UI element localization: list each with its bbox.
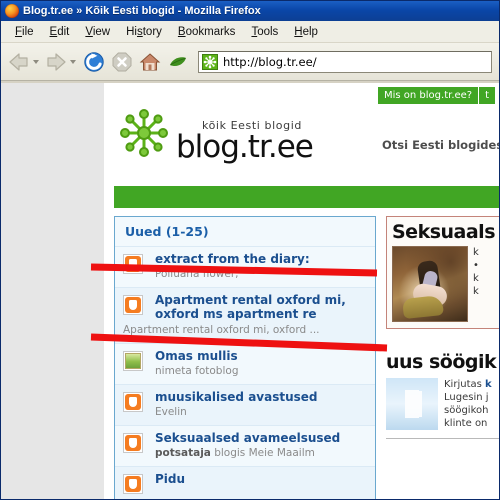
- post-snippet: Apartment rental oxford mi, oxford ...: [123, 324, 320, 336]
- feature-title[interactable]: Seksuaals: [392, 221, 496, 243]
- list-item[interactable]: muusikalised avastused Evelin: [115, 384, 375, 425]
- post-title[interactable]: Seksuaalsed avameelsused: [155, 431, 367, 445]
- second-feature-text: Kirjutas k Lugesin j söögikoh klinte on: [444, 378, 492, 430]
- menu-history[interactable]: History: [118, 24, 170, 40]
- page-viewport: Mis on blog.tr.ee? t kõik Eesti blogid b…: [1, 83, 499, 499]
- second-line: Lugesin j: [444, 392, 489, 403]
- post-title[interactable]: muusikalised avastused: [155, 390, 367, 404]
- feature-line: k: [473, 247, 479, 258]
- back-arrow-icon[interactable]: [6, 49, 32, 75]
- menu-view[interactable]: View: [77, 24, 118, 40]
- panel-heading: Uued (1-25): [125, 224, 209, 239]
- url-bar[interactable]: http://blog.tr.ee/: [198, 50, 492, 73]
- search-label: Otsi Eesti blogides: [382, 138, 499, 152]
- logo-name: blog.tr.ee: [176, 129, 314, 165]
- feature-line: •: [473, 260, 479, 271]
- post-title[interactable]: Omas mullis: [155, 349, 367, 363]
- menu-edit[interactable]: Edit: [42, 24, 78, 40]
- post-meta: potsataja blogis Meie Maailm: [155, 446, 367, 460]
- topnav-item-second[interactable]: t: [479, 87, 497, 104]
- reload-icon[interactable]: [80, 48, 108, 76]
- photo-icon: [123, 351, 143, 371]
- back-dropdown-icon[interactable]: [33, 59, 39, 64]
- second-byline: Kirjutas k: [444, 378, 492, 391]
- blogger-icon: [123, 295, 143, 315]
- menu-help[interactable]: Help: [286, 24, 326, 40]
- site-logo[interactable]: kõik Eesti blogid blog.tr.ee: [116, 105, 314, 165]
- home-icon[interactable]: [136, 48, 164, 76]
- byline-prefix: Kirjutas: [444, 379, 486, 390]
- painting-thumbnail[interactable]: [392, 246, 468, 322]
- post-meta: nimeta fotoblog: [155, 365, 239, 377]
- post-meta: Evelin: [155, 406, 187, 418]
- menu-tools[interactable]: Tools: [243, 24, 286, 40]
- blogger-icon: [123, 433, 143, 453]
- firefox-window: Blog.tr.ee » Kõik Eesti blogid - Mozilla…: [0, 0, 500, 500]
- post-title[interactable]: extract from the diary:: [155, 252, 367, 266]
- menu-file[interactable]: File: [7, 24, 42, 40]
- forward-arrow-icon[interactable]: [43, 49, 69, 75]
- post-author[interactable]: potsataja: [155, 447, 211, 459]
- new-posts-panel: Uued (1-25) extract from the diary: Poll…: [114, 216, 376, 499]
- list-item[interactable]: extract from the diary: Polluana flower,: [115, 246, 375, 287]
- second-feature-title[interactable]: uus söögik: [386, 351, 499, 373]
- list-item[interactable]: Pidu: [115, 466, 375, 499]
- blogger-icon: [123, 392, 143, 412]
- post-title[interactable]: Apartment rental oxford mi, oxford ms ap…: [155, 293, 367, 321]
- green-nav-bar: [114, 186, 499, 208]
- blogger-icon: [123, 474, 143, 494]
- second-line: klinte on: [444, 418, 488, 429]
- stop-icon[interactable]: [108, 48, 136, 76]
- blue-thumbnail[interactable]: [386, 378, 438, 430]
- feature-line: k: [473, 286, 479, 297]
- navigation-toolbar: http://blog.tr.ee/: [1, 43, 499, 81]
- feature-text: k • k k: [473, 246, 479, 322]
- list-item[interactable]: Omas mullis nimeta fotoblog: [115, 343, 375, 384]
- feature-card[interactable]: Seksuaals k • k k: [386, 216, 499, 329]
- window-title: Blog.tr.ee » Kõik Eesti blogid - Mozilla…: [23, 5, 261, 17]
- site-favicon: [202, 53, 218, 70]
- firefox-icon: [5, 4, 19, 18]
- post-blog: blogis Meie Maailm: [210, 447, 315, 459]
- post-title[interactable]: Pidu: [155, 472, 367, 486]
- divider: [386, 438, 499, 439]
- forward-dropdown-icon[interactable]: [70, 59, 76, 64]
- window-titlebar: Blog.tr.ee » Kõik Eesti blogid - Mozilla…: [1, 1, 499, 21]
- menu-bar: File Edit View History Bookmarks Tools H…: [1, 21, 499, 43]
- web-page: Mis on blog.tr.ee? t kõik Eesti blogid b…: [104, 83, 499, 499]
- leaf-icon[interactable]: [164, 48, 192, 76]
- post-meta: Polluana flower,: [155, 268, 239, 280]
- topnav-item-about[interactable]: Mis on blog.tr.ee?: [378, 87, 480, 104]
- second-line: söögikoh: [444, 405, 489, 416]
- menu-bookmarks[interactable]: Bookmarks: [170, 24, 244, 40]
- molecule-icon: [116, 105, 172, 161]
- list-item[interactable]: Apartment rental oxford mi, oxford ms ap…: [115, 287, 375, 343]
- url-text[interactable]: http://blog.tr.ee/: [223, 55, 317, 69]
- blogger-icon: [123, 254, 143, 274]
- site-topnav: Mis on blog.tr.ee? t: [378, 87, 497, 104]
- logo-wordmark: kõik Eesti blogid blog.tr.ee: [176, 119, 314, 165]
- featured-panel: Seksuaals k • k k uus söögik Kirjutas k …: [386, 216, 499, 439]
- byline-author[interactable]: k: [485, 379, 492, 390]
- list-item[interactable]: Seksuaalsed avameelsused potsataja blogi…: [115, 425, 375, 466]
- feature-line: k: [473, 273, 479, 284]
